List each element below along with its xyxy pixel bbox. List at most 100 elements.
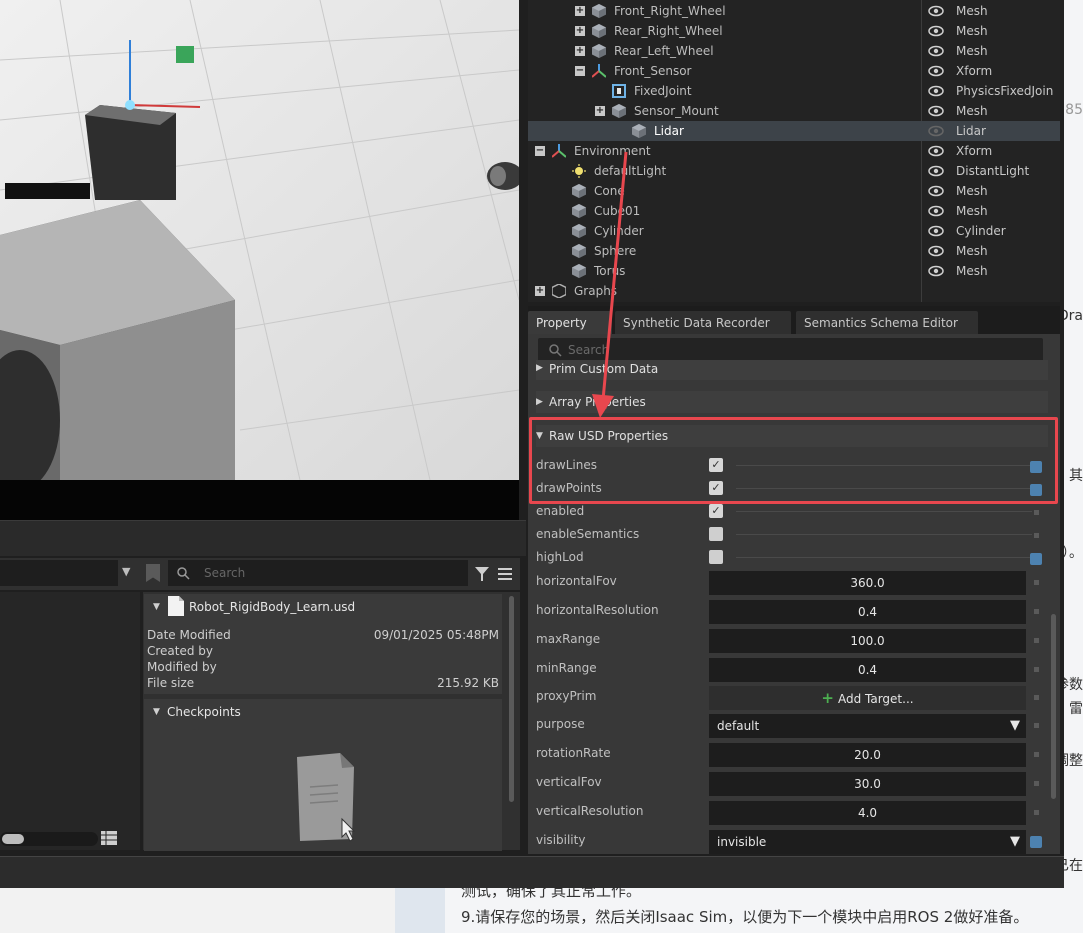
webpage-edge-text: ）。 [1062,545,1083,561]
visibility-eye-icon[interactable] [928,224,944,238]
collapse-icon[interactable]: − [575,66,585,76]
stage-row-cylinder[interactable]: Cylinder Cylinder [528,221,1060,241]
stage-row-label: Front_Sensor [614,64,692,78]
section-prim-custom-data[interactable]: ▶ Prim Custom Data [536,360,1048,380]
xform-icon [591,64,607,78]
visibility-eye-icon[interactable] [928,184,944,198]
visibility-eye-icon[interactable] [928,264,944,278]
visibility-eye-icon[interactable] [928,84,944,98]
stage-row-type: PhysicsFixedJoin [956,84,1054,98]
add-target-button[interactable]: + Add Target... [709,686,1026,710]
tab-semantics-schema-editor[interactable]: Semantics Schema Editor [796,311,978,334]
cube-icon [572,204,586,218]
collapse-icon[interactable]: − [535,146,545,156]
property-scrollbar[interactable] [1051,614,1056,799]
stage-row-rear-right-wheel[interactable]: + Rear_Right_Wheel Mesh [528,21,1060,41]
prop-label: maxRange [536,632,601,646]
visibility-eye-icon[interactable] [928,104,944,118]
stage-row-type: Mesh [956,44,988,58]
details-scrollbar[interactable] [509,596,514,802]
webpage-edge-text: 雷 [1069,701,1083,717]
stage-row-label: Torus [594,264,626,278]
prop-label: rotationRate [536,746,611,760]
expand-icon[interactable]: + [575,26,585,36]
stage-row-cube01[interactable]: Cube01 Mesh [528,201,1060,221]
stage-tree[interactable]: + Front_Right_Wheel Mesh + Rear_Right_Wheel M… [528,0,1060,302]
enablesemantics-checkbox[interactable] [709,527,723,541]
stage-row-cone[interactable]: Cone Mesh [528,181,1060,201]
expanded-arrow-icon: ▼ [153,602,160,612]
rotationrate-field[interactable]: 20.0 [709,743,1026,767]
cube-icon [592,4,606,18]
prop-label: enabled [536,504,585,518]
stage-row-torus[interactable]: Torus Mesh [528,261,1060,281]
stage-row-type: Mesh [956,184,988,198]
stage-row-front-sensor[interactable]: − Front_Sensor Xform [528,61,1060,81]
tab-synthetic-data-recorder[interactable]: Synthetic Data Recorder [615,311,791,334]
purpose-dropdown[interactable]: default ▼ [709,714,1026,738]
horizontal-scrollbar[interactable] [0,832,98,846]
stage-row-environment[interactable]: − Environment Xform [528,141,1060,161]
file-info-card: ▼ Robot_RigidBody_Learn.usd Date Modifie… [144,594,502,694]
search-icon [177,567,190,580]
status-bar [0,856,1064,888]
cube-icon [612,104,626,118]
content-search-input[interactable]: Search [168,560,468,586]
stage-row-label: Cone [594,184,625,198]
property-search-placeholder: Search [568,343,610,357]
stage-row-graphs[interactable]: + Graphs [528,281,1060,301]
stage-row-sensor-mount[interactable]: + Sensor_Mount Mesh [528,101,1060,121]
stage-row-lidar[interactable]: Lidar Lidar [528,121,1060,141]
visibility-eye-icon[interactable] [928,4,944,18]
property-search-input[interactable]: Search [538,338,1043,362]
path-dropdown-icon[interactable]: ▼ [122,565,130,578]
expand-icon[interactable]: + [575,6,585,16]
expand-icon[interactable]: + [575,46,585,56]
visibility-eye-icon[interactable] [928,64,944,78]
grid-view-icon[interactable] [100,830,118,846]
path-field[interactable] [0,560,118,586]
minrange-field[interactable]: 0.4 [709,658,1026,682]
visibility-eye-icon[interactable] [928,24,944,38]
maxrange-field[interactable]: 100.0 [709,629,1026,653]
scrollbar-thumb[interactable] [2,834,24,844]
stage-row-fixedjoint[interactable]: FixedJoint PhysicsFixedJoin [528,81,1060,101]
visibility-eye-icon[interactable] [928,124,944,138]
verticalfov-field[interactable]: 30.0 [709,772,1026,796]
checkpoints-panel: ▼ Checkpoints [144,699,502,851]
stage-row-rear-left-wheel[interactable]: + Rear_Left_Wheel Mesh [528,41,1060,61]
highlod-checkbox[interactable] [709,550,723,564]
menu-icon[interactable] [497,566,513,582]
tab-property[interactable]: Property [528,311,612,334]
visibility-eye-icon[interactable] [928,204,944,218]
stage-row-type: DistantLight [956,164,1030,178]
cube-icon [572,264,586,278]
filter-icon[interactable] [474,566,490,582]
default-indicator [1034,695,1039,700]
modified-by-row: Modified by [147,660,499,674]
verticalresolution-field[interactable]: 4.0 [709,801,1026,825]
stage-row-sphere[interactable]: Sphere Mesh [528,241,1060,261]
expand-icon[interactable]: + [535,286,545,296]
visibility-eye-icon[interactable] [928,164,944,178]
stage-row-label: Sphere [594,244,637,258]
expand-icon[interactable]: + [595,106,605,116]
bookmark-icon[interactable] [146,564,160,582]
stage-row-type: Mesh [956,204,988,218]
override-indicator[interactable] [1030,553,1042,565]
stage-row-front-right-wheel[interactable]: + Front_Right_Wheel Mesh [528,1,1060,21]
visibility-eye-icon[interactable] [928,44,944,58]
property-tabs: Property Synthetic Data Recorder Semanti… [528,306,1060,334]
visibility-dropdown[interactable]: invisible ▼ [709,830,1026,854]
horizontalresolution-field[interactable]: 0.4 [709,600,1026,624]
stage-row-defaultlight[interactable]: defaultLight DistantLight [528,161,1060,181]
visibility-eye-icon[interactable] [928,144,944,158]
horizontalfov-field[interactable]: 360.0 [709,571,1026,595]
viewport[interactable] [0,0,519,480]
enabled-checkbox[interactable]: ✓ [709,504,723,518]
folder-tree[interactable] [0,592,140,850]
section-array-properties[interactable]: ▶ Array Properties [536,391,1048,413]
visibility-eye-icon[interactable] [928,244,944,258]
override-indicator[interactable] [1030,836,1042,848]
viewport-scene [0,0,519,480]
